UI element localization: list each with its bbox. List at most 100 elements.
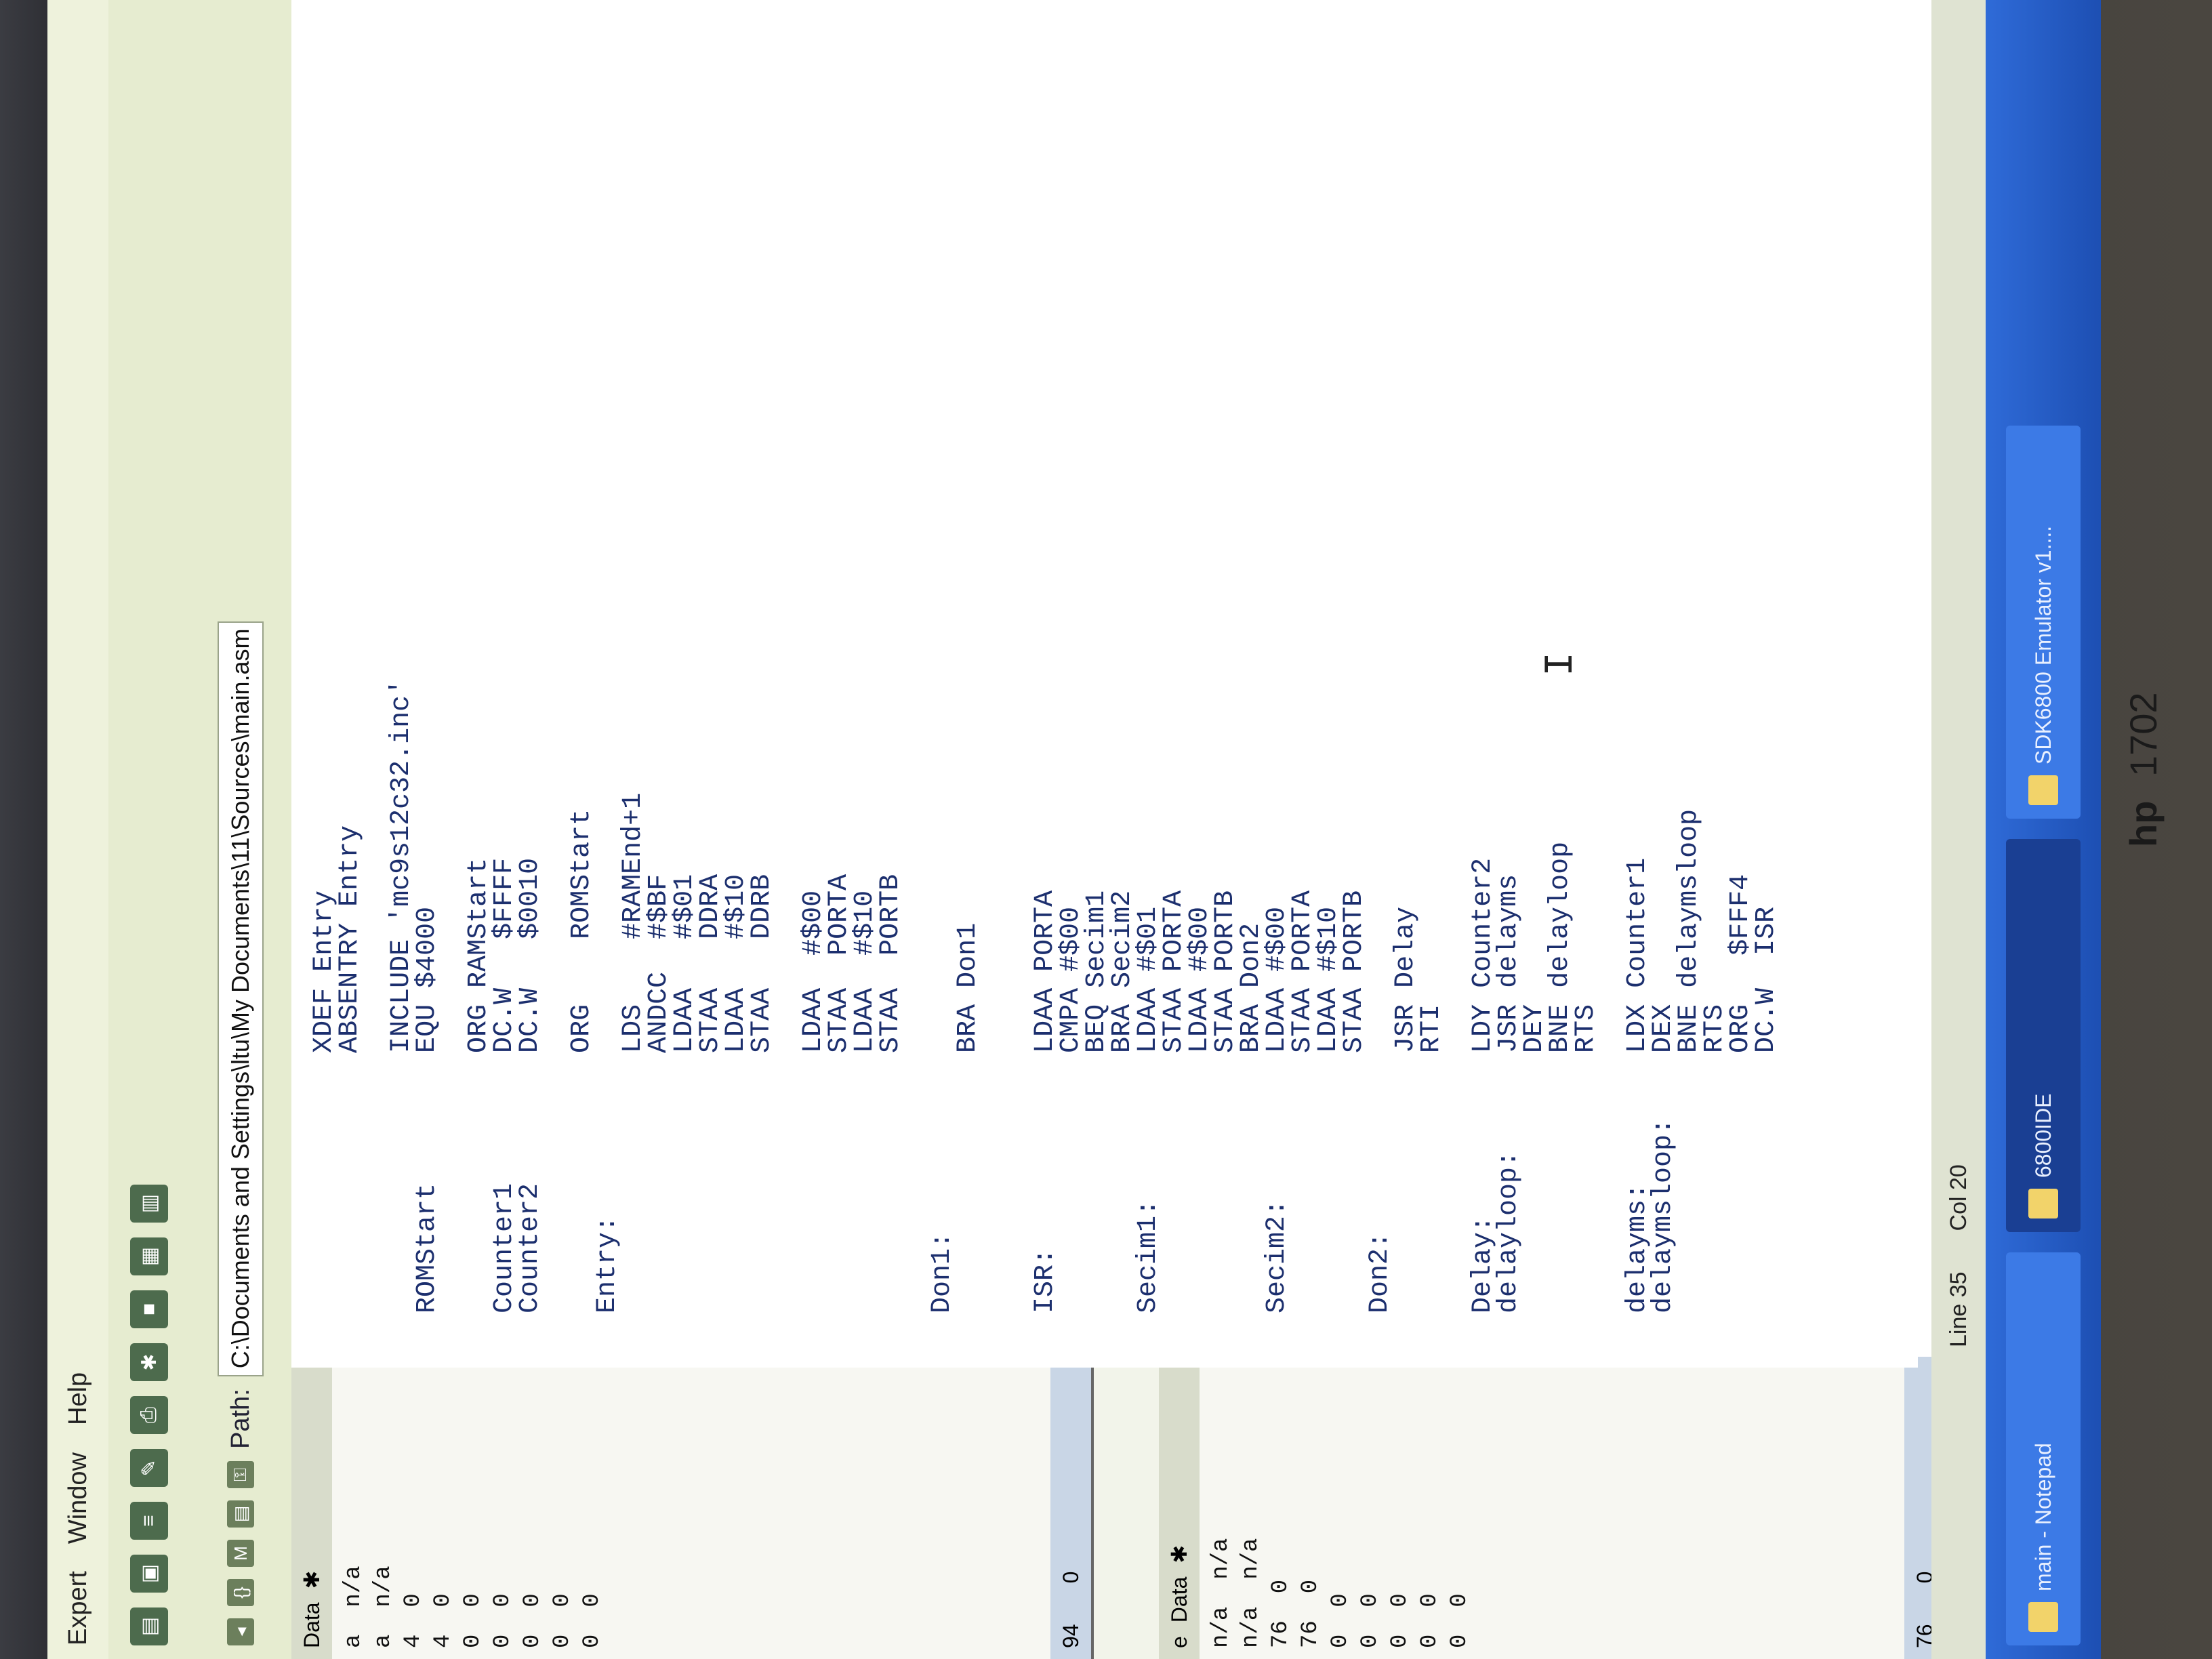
ide-window: Expert Window Help ▤ ▣ ≡ ✎ ⎙ ✱ ■ ▦ ▥ ◂ {… bbox=[47, 0, 2101, 1659]
tools-icon[interactable]: ✎ bbox=[130, 1449, 168, 1487]
taskbar: main - Notepad 6800IDE SDK6800 Emulator … bbox=[1986, 0, 2101, 1659]
cell-a: 0 bbox=[579, 1634, 605, 1648]
code-line: INCLUDE 'mc9s12c32.inc' bbox=[386, 678, 417, 1313]
code-editor[interactable]: XDEF Entry ABSENTRY Entry INCLUDE 'mc9s1… bbox=[291, 0, 1918, 1368]
code-line: RTI bbox=[1416, 1004, 1447, 1313]
brand-logo: hp bbox=[2122, 800, 2165, 847]
data-panel-bottom-header: e Data ✱ bbox=[1159, 1368, 1200, 1659]
monitor-brand: hp 1702 bbox=[2121, 692, 2165, 847]
cell-a: 0 bbox=[1387, 1634, 1413, 1648]
table-row: 40 bbox=[428, 1378, 458, 1648]
code-line: Delay: LDY Counter2 bbox=[1468, 857, 1498, 1313]
cell-b: n/a bbox=[341, 1565, 367, 1607]
menu-help[interactable]: Help bbox=[64, 1372, 93, 1425]
table-row: 00 bbox=[1445, 1378, 1475, 1648]
cell-a: a bbox=[341, 1634, 367, 1648]
lock-icon[interactable]: ⚿ bbox=[227, 1461, 254, 1488]
data-panel-top-rows: a n/a a n/a 4 0 4 0 0 0 0 0 0 0 0 0 0 0 bbox=[332, 1368, 614, 1659]
table-row: n/a n/a bbox=[1236, 1378, 1266, 1648]
code-line: DEY bbox=[1519, 1004, 1550, 1313]
menu-window[interactable]: Window bbox=[64, 1452, 93, 1544]
data-panel-top-header: Data ✱ bbox=[291, 1368, 332, 1659]
table-row: a n/a bbox=[339, 1378, 369, 1648]
toolbar: ▤ ▣ ≡ ✎ ⎙ ✱ ■ ▦ ▥ bbox=[108, 0, 190, 1659]
cell-a: n/a bbox=[1208, 1606, 1234, 1648]
code-line: BRA Don1 bbox=[953, 922, 983, 1313]
open-icon[interactable]: ▤ bbox=[130, 1607, 168, 1645]
code-line: STAA DDRB bbox=[747, 874, 777, 1313]
code-line: ISR: LDAA PORTA bbox=[1030, 890, 1061, 1313]
code-text: XDEF Entry ABSENTRY Entry INCLUDE 'mc9s1… bbox=[309, 678, 1782, 1313]
code-line: RTS bbox=[1700, 1004, 1730, 1313]
code-line: STAA DDRA bbox=[695, 874, 726, 1313]
braces-icon[interactable]: {} bbox=[227, 1579, 254, 1606]
save-icon[interactable]: ▣ bbox=[130, 1555, 168, 1593]
code-line: ABSENTRY Entry bbox=[335, 825, 365, 1313]
data-panel-top-footer: 94 0 bbox=[1050, 1357, 1091, 1659]
cell-b: 0 bbox=[1298, 1579, 1324, 1594]
code-line: Don2: bbox=[1365, 1231, 1395, 1313]
code-line: BRA Don2 bbox=[1236, 922, 1267, 1313]
cell-b: 0 bbox=[550, 1593, 575, 1607]
code-line: XDEF Entry bbox=[309, 890, 340, 1313]
code-line: Don1: bbox=[927, 1231, 958, 1313]
cell-a: 0 bbox=[1417, 1634, 1443, 1648]
data-panel-top: Data ✱ a n/a a n/a 4 0 4 0 0 0 0 0 0 0 0 0 0 0 94 0 bbox=[291, 1357, 1094, 1659]
taskbar-item-ide[interactable]: 6800IDE bbox=[2006, 839, 2081, 1232]
status-col: Col 20 bbox=[1945, 1164, 1971, 1231]
text-cursor-icon: I bbox=[1538, 651, 1584, 676]
cell-b: 0 bbox=[490, 1593, 516, 1607]
taskbar-item-emulator[interactable]: SDK6800 Emulator v1.... bbox=[2006, 426, 2081, 819]
code-line: BRA Secim2 bbox=[1107, 890, 1138, 1313]
print-icon[interactable]: ⎙ bbox=[130, 1396, 168, 1434]
menu-expert[interactable]: Expert bbox=[64, 1571, 93, 1645]
table-row: 40 bbox=[398, 1378, 428, 1648]
code-line: ORG ROMStart bbox=[567, 808, 597, 1313]
code-line: LDAA #$10 bbox=[850, 890, 880, 1313]
back-icon[interactable]: ◂ bbox=[227, 1618, 254, 1645]
cell-a: 0 bbox=[490, 1634, 516, 1648]
sdk-icon bbox=[2028, 775, 2058, 805]
taskbar-item-label: main - Notepad bbox=[2030, 1443, 2055, 1591]
cell-b: 0 bbox=[1387, 1593, 1413, 1607]
table-row: 00 bbox=[1326, 1378, 1355, 1648]
code-line: LDAA #$00 bbox=[798, 890, 829, 1313]
code-line: LDAA #$10 bbox=[721, 874, 752, 1313]
debug-icon[interactable]: ✱ bbox=[130, 1343, 168, 1381]
code-line: CMPA #$00 bbox=[1056, 906, 1086, 1313]
taskbar-item-label: 6800IDE bbox=[2030, 1093, 2055, 1178]
folder-icon bbox=[2028, 1189, 2058, 1218]
window-icon[interactable]: ▦ bbox=[130, 1237, 168, 1275]
code-line: STAA PORTB bbox=[1339, 890, 1370, 1313]
table-row: 00 bbox=[518, 1378, 548, 1648]
cell-b: 0 bbox=[1328, 1593, 1353, 1607]
left-panels: Data ✱ a n/a a n/a 4 0 4 0 0 0 0 0 0 0 0 0 0 0 94 0 e Dat… bbox=[291, 1357, 2081, 1659]
grid-icon[interactable]: ▥ bbox=[130, 1185, 168, 1223]
cell-b: 0 bbox=[1268, 1579, 1294, 1594]
file-icon[interactable]: ▤ bbox=[227, 1500, 254, 1528]
path-field[interactable]: C:\Documents and Settings\ltu\My Documen… bbox=[218, 621, 264, 1377]
cell-b: 0 bbox=[460, 1593, 486, 1607]
stop-icon[interactable]: ■ bbox=[130, 1290, 168, 1328]
cell-b: 0 bbox=[1447, 1593, 1473, 1607]
cell-b: 0 bbox=[1357, 1593, 1383, 1607]
marker-icon[interactable]: M bbox=[227, 1540, 254, 1567]
taskbar-item-notepad[interactable]: main - Notepad bbox=[2006, 1252, 2081, 1645]
cell-a: 76 bbox=[1298, 1620, 1324, 1648]
taskbar-item-label: SDK6800 Emulator v1.... bbox=[2030, 525, 2055, 764]
data-panel-bottom: e Data ✱ n/a n/a n/a n/a 76 0 76 0 0 0 0 0 0 0 0 0 0 0 76… bbox=[1159, 1357, 1948, 1659]
notepad-icon bbox=[2028, 1602, 2058, 1632]
bug-icon: ✱ bbox=[300, 1570, 324, 1589]
code-line: STAA PORTB bbox=[1210, 890, 1241, 1313]
path-label: Path: bbox=[226, 1389, 255, 1449]
code-line: STAA PORTB bbox=[876, 874, 906, 1313]
model-label: 1702 bbox=[2122, 692, 2165, 777]
code-line: ORG $FFF4 bbox=[1725, 874, 1756, 1313]
cell-a: 0 bbox=[550, 1634, 575, 1648]
list-icon[interactable]: ≡ bbox=[130, 1502, 168, 1540]
